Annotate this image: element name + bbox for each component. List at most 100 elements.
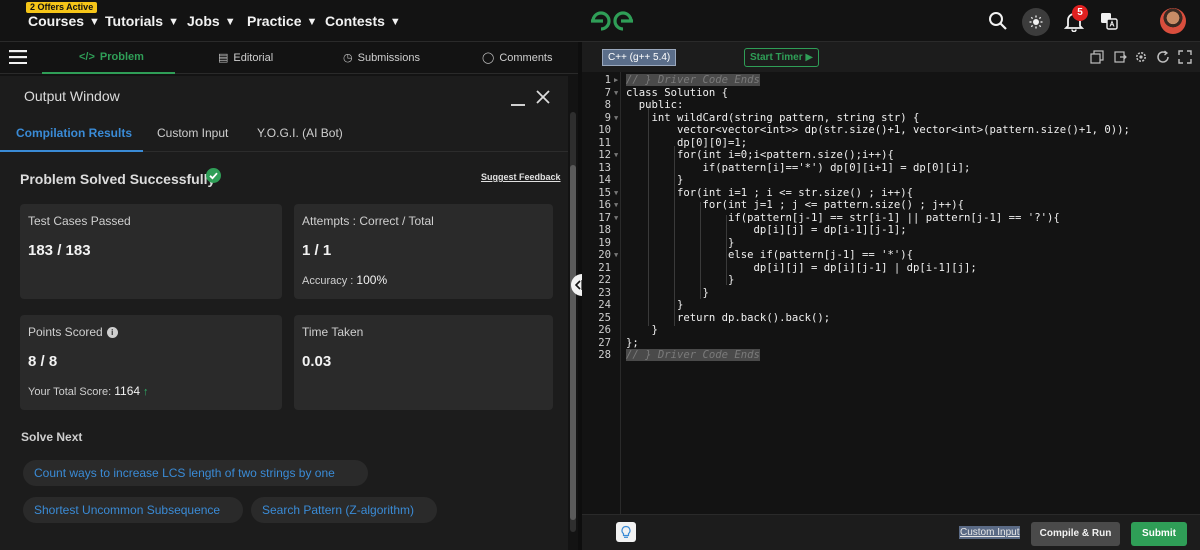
fold-arrow-icon[interactable]: ▼ <box>614 199 618 211</box>
export-icon[interactable] <box>1113 50 1127 64</box>
points-label: Points Scored <box>28 325 103 339</box>
line-number: 28 <box>598 349 611 361</box>
chevron-down-icon: ▼ <box>306 16 318 28</box>
line-number: 10 <box>598 124 611 136</box>
code-text: public: <box>626 99 684 111</box>
close-icon[interactable] <box>535 89 551 105</box>
code-text: vector<vector<int>> dp(str.size()+1, vec… <box>626 124 1130 136</box>
top-navigation-bar: 2 Offers Active Courses ▼ Tutorials ▼ Jobs… <box>0 0 1200 42</box>
suggest-feedback-link[interactable]: Suggest Feedback <box>481 172 561 182</box>
tab-yogi-ai-bot[interactable]: Y.O.G.I. (AI Bot) <box>257 126 343 140</box>
code-text: } <box>626 274 735 286</box>
tab-custom-input[interactable]: Custom Input <box>157 126 228 140</box>
fold-arrow-icon[interactable]: ▼ <box>614 187 618 199</box>
document-icon: ▤ <box>218 52 229 64</box>
code-icon: </> <box>79 51 95 63</box>
line-number: 9 <box>604 111 611 124</box>
line-number: 18 <box>598 224 611 236</box>
code-line: 17 ▼ if(pattern[j-1] == str[i-1] || patte… <box>582 212 1200 224</box>
code-text: int wildCard(string pattern, string str)… <box>626 111 920 124</box>
info-icon[interactable]: i <box>106 327 118 338</box>
code-line: 14 } <box>582 174 1200 186</box>
language-select[interactable]: C++ (g++ 5.4) <box>602 49 677 66</box>
settings-gear-icon[interactable] <box>1134 50 1148 64</box>
code-text: } <box>626 174 684 186</box>
tab-compilation-results[interactable]: Compilation Results <box>16 126 132 140</box>
notification-count-badge: 5 <box>1072 5 1088 21</box>
fold-arrow-icon[interactable]: ▼ <box>614 249 618 261</box>
submit-button[interactable]: Submit <box>1131 522 1187 546</box>
custom-input-button[interactable]: Custom Input <box>959 526 1021 539</box>
code-line: 8 public: <box>582 99 1200 111</box>
active-output-tab-indicator <box>0 150 143 152</box>
search-icon[interactable] <box>988 11 1008 31</box>
scrollbar-thumb[interactable] <box>570 165 576 520</box>
hint-button[interactable] <box>616 522 636 542</box>
line-number: 26 <box>598 324 611 336</box>
line-number: 21 <box>598 261 611 274</box>
nav-tutorials[interactable]: Tutorials ▼ <box>105 13 179 29</box>
test-cases-value: 183 / 183 <box>28 242 91 259</box>
offers-badge[interactable]: 2 Offers Active <box>26 2 98 13</box>
compile-run-button[interactable]: Compile & Run <box>1031 522 1120 546</box>
fold-arrow-icon[interactable]: ▶ <box>614 74 618 86</box>
fold-arrow-icon[interactable]: ▼ <box>614 212 618 224</box>
code-text: } <box>626 324 658 336</box>
code-text: else if(pattern[j-1] == '*'){ <box>626 249 914 261</box>
code-line: 10 vector<vector<int>> dp(str.size()+1, … <box>582 124 1200 136</box>
code-text: for(int i=0;i<pattern.size();i++){ <box>626 149 894 161</box>
start-timer-label: Start Timer <box>750 52 803 63</box>
code-text: } <box>626 286 709 299</box>
tab-editorial[interactable]: ▤ Editorial <box>218 51 273 64</box>
line-number: 19 <box>598 236 611 249</box>
reset-icon[interactable] <box>1156 50 1170 64</box>
attempts-label: Attempts : Correct / Total <box>302 214 434 228</box>
tab-problem-label: Problem <box>99 51 144 63</box>
code-area[interactable]: 1 ▶// } Driver Code Ends 7 ▼ class Solution… <box>582 72 1200 514</box>
nav-courses[interactable]: Courses ▼ <box>28 13 100 29</box>
nav-jobs-label: Jobs <box>187 13 220 29</box>
translate-icon[interactable] <box>1100 12 1118 30</box>
line-number: 14 <box>598 174 611 186</box>
tab-comments[interactable]: ◯ Comments <box>482 51 553 64</box>
tab-comments-label: Comments <box>499 52 553 64</box>
minimize-icon[interactable] <box>511 104 525 106</box>
solve-next-link[interactable]: Search Pattern (Z-algorithm) <box>251 497 437 523</box>
code-text: if(pattern[i]=='*') dp[0][i+1] = dp[0][i… <box>626 161 971 174</box>
code-line: 21 dp[i][j] = dp[i][j-1] | dp[i-1][j]; <box>582 262 1200 274</box>
nav-practice[interactable]: Practice ▼ <box>247 13 317 29</box>
fold-arrow-icon[interactable]: ▼ <box>614 112 618 124</box>
geeksforgeeks-logo-icon[interactable] <box>587 8 637 34</box>
line-number: 8 <box>604 99 611 111</box>
attempts-card: Attempts : Correct / Total 1 / 1 Accurac… <box>294 204 553 299</box>
tab-problem[interactable]: </> Problem <box>79 51 144 63</box>
hamburger-menu-icon[interactable] <box>9 50 27 64</box>
fold-arrow-icon[interactable]: ▼ <box>614 87 618 99</box>
solve-next-link[interactable]: Count ways to increase LCS length of two… <box>23 460 368 486</box>
fold-arrow-icon[interactable]: ▼ <box>614 149 618 161</box>
total-score-value: 1164 <box>114 384 141 398</box>
code-line: 18 dp[i][j] = dp[i-1][j-1]; <box>582 224 1200 236</box>
fullscreen-icon[interactable] <box>1178 50 1192 64</box>
accuracy-row: Accuracy : 100% <box>302 273 387 287</box>
solve-next-link[interactable]: Shortest Uncommon Subsequence <box>23 497 243 523</box>
code-text: // } Driver Code Ends <box>626 74 760 87</box>
nav-practice-label: Practice <box>247 13 302 29</box>
accuracy-value: 100% <box>356 273 388 287</box>
line-number: 7 <box>604 86 611 99</box>
line-number: 25 <box>598 311 611 324</box>
user-avatar[interactable] <box>1160 8 1186 34</box>
tab-submissions[interactable]: ◷ Submissions <box>343 51 420 64</box>
editor-action-bar: Custom Input Compile & Run Submit <box>582 514 1200 550</box>
nav-jobs[interactable]: Jobs ▼ <box>187 13 236 29</box>
code-text: // } Driver Code Ends <box>626 349 760 362</box>
code-line: 9 ▼ int wildCard(string pattern, string s… <box>582 112 1200 124</box>
nav-courses-label: Courses <box>28 13 85 29</box>
nav-contests[interactable]: Contests ▼ <box>325 13 401 29</box>
start-timer-button[interactable]: Start Timer ▶ <box>744 48 820 67</box>
theme-toggle-button[interactable] <box>1022 8 1050 36</box>
copy-icon[interactable] <box>1090 50 1104 64</box>
chevron-down-icon: ▼ <box>89 16 100 28</box>
line-number: 20 <box>598 249 611 261</box>
active-tab-indicator <box>42 72 175 74</box>
